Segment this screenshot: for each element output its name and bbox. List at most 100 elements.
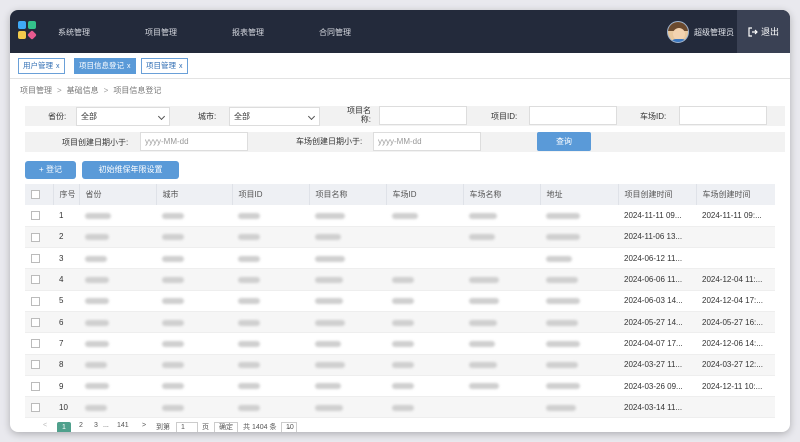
avatar[interactable] xyxy=(667,21,689,43)
redacted-cell xyxy=(309,332,386,355)
row-checkbox[interactable] xyxy=(25,226,53,249)
table-row[interactable]: 5 2024-06-03 14... 2024-12-04 17:... xyxy=(25,290,775,312)
close-icon[interactable]: x xyxy=(127,63,131,70)
table-row[interactable]: 7 2024-04-07 17... 2024-12-06 14:... xyxy=(25,332,775,355)
row-checkbox[interactable] xyxy=(25,396,53,419)
site-created-time: 2024-05-27 16:... xyxy=(696,311,775,334)
redacted-cell xyxy=(156,205,232,227)
redacted-cell xyxy=(463,226,540,249)
col-header[interactable]: 城市 xyxy=(156,184,233,205)
row-number: 3 xyxy=(53,247,79,270)
redacted-cell xyxy=(309,247,386,270)
row-number: 5 xyxy=(53,290,79,312)
page-button[interactable]: 2 xyxy=(79,422,83,429)
redacted-cell xyxy=(232,290,309,312)
col-header[interactable]: 车场名称 xyxy=(463,184,541,205)
row-checkbox[interactable] xyxy=(25,354,53,376)
site-created-time: 2024-12-11 10:... xyxy=(696,375,775,398)
close-icon[interactable]: x xyxy=(179,63,183,70)
redacted-cell xyxy=(463,396,540,419)
row-checkbox[interactable] xyxy=(25,205,53,227)
redacted-cell xyxy=(309,396,386,419)
select-all-checkbox[interactable] xyxy=(25,184,54,205)
redacted-cell xyxy=(386,354,463,376)
row-checkbox[interactable] xyxy=(25,290,53,312)
redacted-cell xyxy=(540,205,618,227)
row-number: 9 xyxy=(53,375,79,398)
table-row[interactable]: 10 2024-03-14 11... xyxy=(25,396,775,419)
table-row[interactable]: 1 2024-11-11 09... 2024-11-11 09:... xyxy=(25,205,775,227)
table-row[interactable]: 6 2024-05-27 14... 2024-05-27 16:... xyxy=(25,311,775,334)
query-button[interactable]: 查询 xyxy=(537,132,591,151)
col-header[interactable]: 地址 xyxy=(540,184,619,205)
row-checkbox[interactable] xyxy=(25,268,53,291)
site-created-time xyxy=(696,226,775,249)
redacted-cell xyxy=(540,268,618,291)
col-header[interactable]: 项目名称 xyxy=(309,184,387,205)
init-maintenance-years-button[interactable]: 初始维保年限设置 xyxy=(82,161,179,179)
tab-user-management[interactable]: 用户管理 x xyxy=(18,58,65,74)
site-id-input[interactable] xyxy=(679,106,767,125)
row-number: 6 xyxy=(53,311,79,334)
table-header: 序号 省份 城市 项目ID 项目名称 车场ID 车场名称 地址 项目创建时间 车… xyxy=(25,184,775,205)
project-id-input[interactable] xyxy=(529,106,617,125)
top-navbar: 系统管理 项目管理 报表管理 合同管理 超级管理员 退出 xyxy=(10,10,790,53)
row-checkbox[interactable] xyxy=(25,375,53,398)
close-icon[interactable]: x xyxy=(56,63,60,70)
next-page-button[interactable]: > xyxy=(142,422,146,429)
col-header[interactable]: 项目ID xyxy=(232,184,310,205)
redacted-cell xyxy=(232,375,309,398)
user-name[interactable]: 超级管理员 xyxy=(694,27,734,38)
project-date-input[interactable]: yyyy-MM-dd xyxy=(140,132,248,151)
page-button[interactable]: 141 xyxy=(117,422,129,429)
redacted-cell xyxy=(156,226,232,249)
goto-confirm-button[interactable]: 确定 xyxy=(214,422,238,432)
nav-system-management[interactable]: 系统管理 xyxy=(58,27,90,38)
prev-page-button[interactable]: < xyxy=(43,422,47,429)
page-button[interactable]: 3 xyxy=(94,422,98,429)
row-checkbox[interactable] xyxy=(25,311,53,334)
project-name-input[interactable] xyxy=(379,106,467,125)
redacted-cell xyxy=(309,375,386,398)
redacted-cell xyxy=(309,226,386,249)
breadcrumb-item[interactable]: 项目管理 xyxy=(20,86,52,95)
page-ellipsis[interactable]: ... xyxy=(103,422,109,429)
table-row[interactable]: 2 2024-11-06 13... xyxy=(25,226,775,249)
row-checkbox[interactable] xyxy=(25,247,53,270)
city-select[interactable]: 全部 xyxy=(229,107,320,126)
table-row[interactable]: 9 2024-03-26 09... 2024-12-11 10:... xyxy=(25,375,775,398)
row-checkbox[interactable] xyxy=(25,332,53,355)
page-button[interactable]: 1 xyxy=(57,422,71,432)
province-select[interactable]: 全部 xyxy=(76,107,170,126)
project-created-time: 2024-03-26 09... xyxy=(618,375,696,398)
tab-project-management[interactable]: 项目管理 x xyxy=(141,58,188,74)
col-header[interactable]: 车场创建时间 xyxy=(696,184,775,205)
site-created-time: 2024-03-27 12:... xyxy=(696,354,775,376)
redacted-cell xyxy=(232,226,309,249)
page-size-select[interactable]: 10 条/页 ⌄ xyxy=(281,422,297,432)
redacted-cell xyxy=(540,332,618,355)
table-row[interactable]: 8 2024-03-27 11... 2024-03-27 12:... xyxy=(25,354,775,376)
goto-page-input[interactable]: 1 xyxy=(176,422,198,432)
site-date-input[interactable]: yyyy-MM-dd xyxy=(373,132,481,151)
breadcrumb-item[interactable]: 基础信息 xyxy=(67,86,99,95)
redacted-cell xyxy=(463,354,540,376)
logout-button[interactable]: 退出 xyxy=(737,10,790,53)
redacted-cell xyxy=(79,247,156,270)
redacted-cell xyxy=(540,311,618,334)
redacted-cell xyxy=(232,205,309,227)
col-header[interactable]: 车场ID xyxy=(386,184,464,205)
nav-contract-management[interactable]: 合同管理 xyxy=(319,27,351,38)
table-row[interactable]: 4 2024-06-06 11... 2024-12-04 11:... xyxy=(25,268,775,291)
redacted-cell xyxy=(79,375,156,398)
table-row[interactable]: 3 2024-06-12 11... xyxy=(25,247,775,270)
tab-project-registration[interactable]: 项目信息登记 x xyxy=(74,58,136,74)
nav-report-management[interactable]: 报表管理 xyxy=(232,27,264,38)
redacted-cell xyxy=(386,268,463,291)
add-register-button[interactable]: + 登记 xyxy=(25,161,76,179)
redacted-cell xyxy=(309,354,386,376)
col-header[interactable]: 省份 xyxy=(79,184,157,205)
nav-project-management[interactable]: 项目管理 xyxy=(145,27,177,38)
col-header[interactable]: 项目创建时间 xyxy=(618,184,697,205)
breadcrumb: 项目管理 > 基础信息 > 项目信息登记 xyxy=(20,86,162,95)
